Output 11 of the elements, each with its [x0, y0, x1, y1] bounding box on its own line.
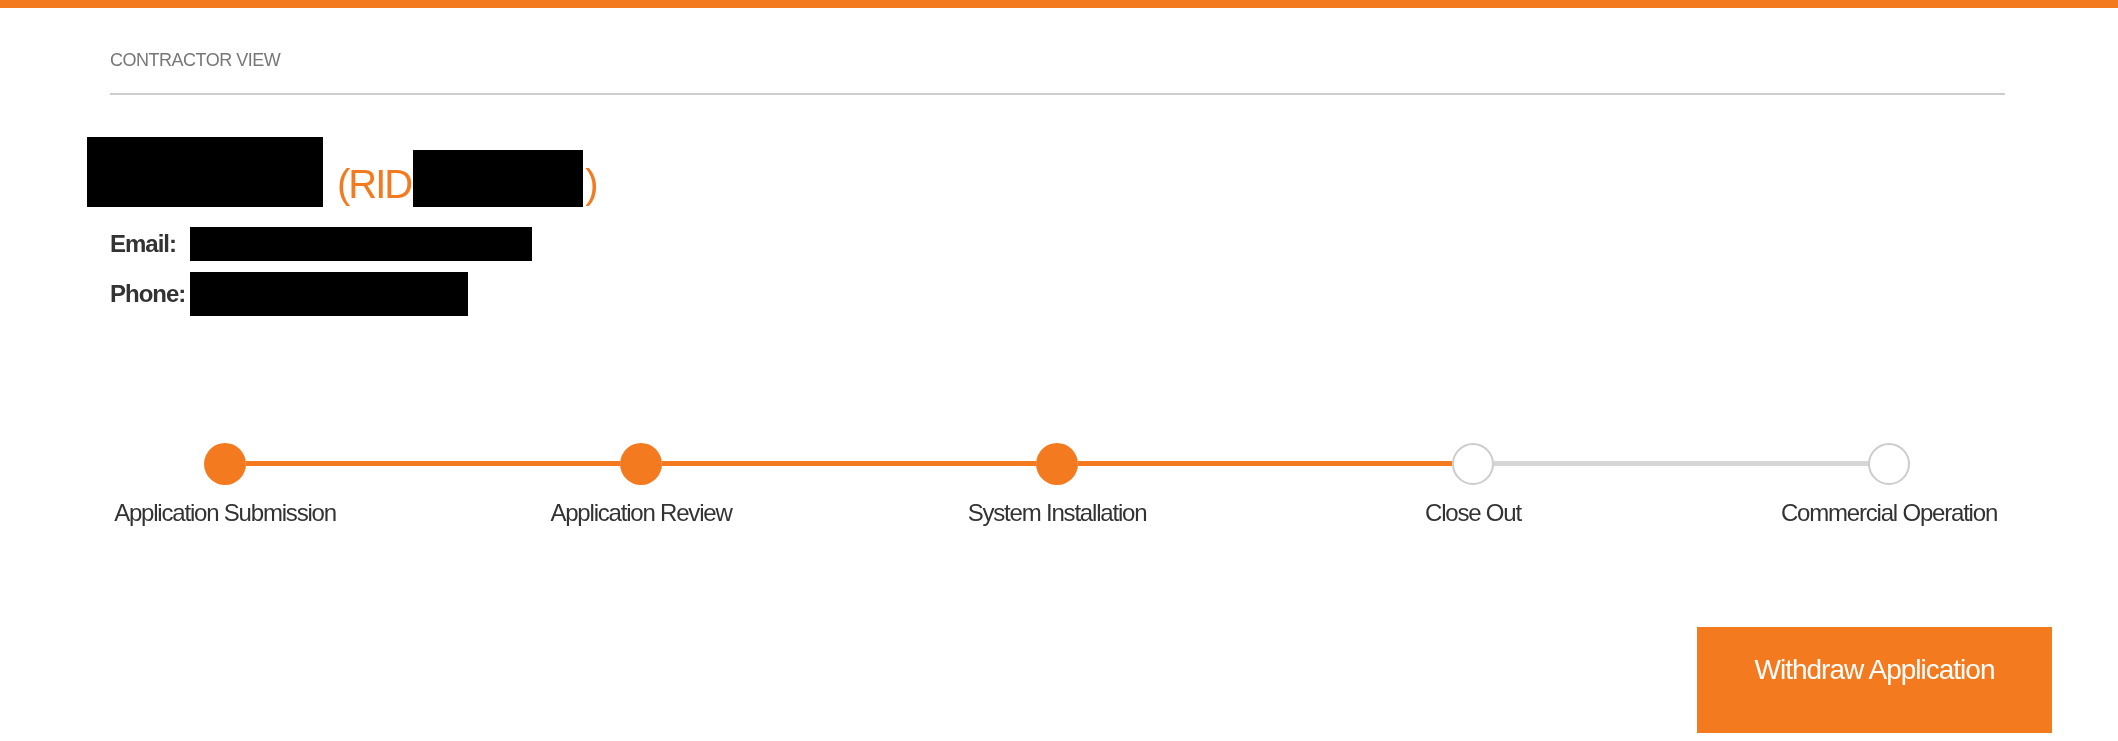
contact-label: Email:: [110, 230, 178, 258]
contact-label: Phone:: [110, 280, 187, 308]
step-label: Close Out: [1425, 499, 1521, 527]
step-label: Application Review: [550, 499, 732, 527]
step-label: Commercial Operation: [1780, 499, 1998, 527]
step-label: Application Submission: [114, 499, 336, 527]
rid-label: ): [585, 161, 599, 207]
page-title: CONTRACTOR VIEW: [110, 50, 281, 70]
withdraw-button[interactable]: Withdraw Application: [1697, 627, 2052, 733]
rid-label: (RID: [337, 161, 412, 207]
step-label: System Installation: [967, 499, 1147, 527]
